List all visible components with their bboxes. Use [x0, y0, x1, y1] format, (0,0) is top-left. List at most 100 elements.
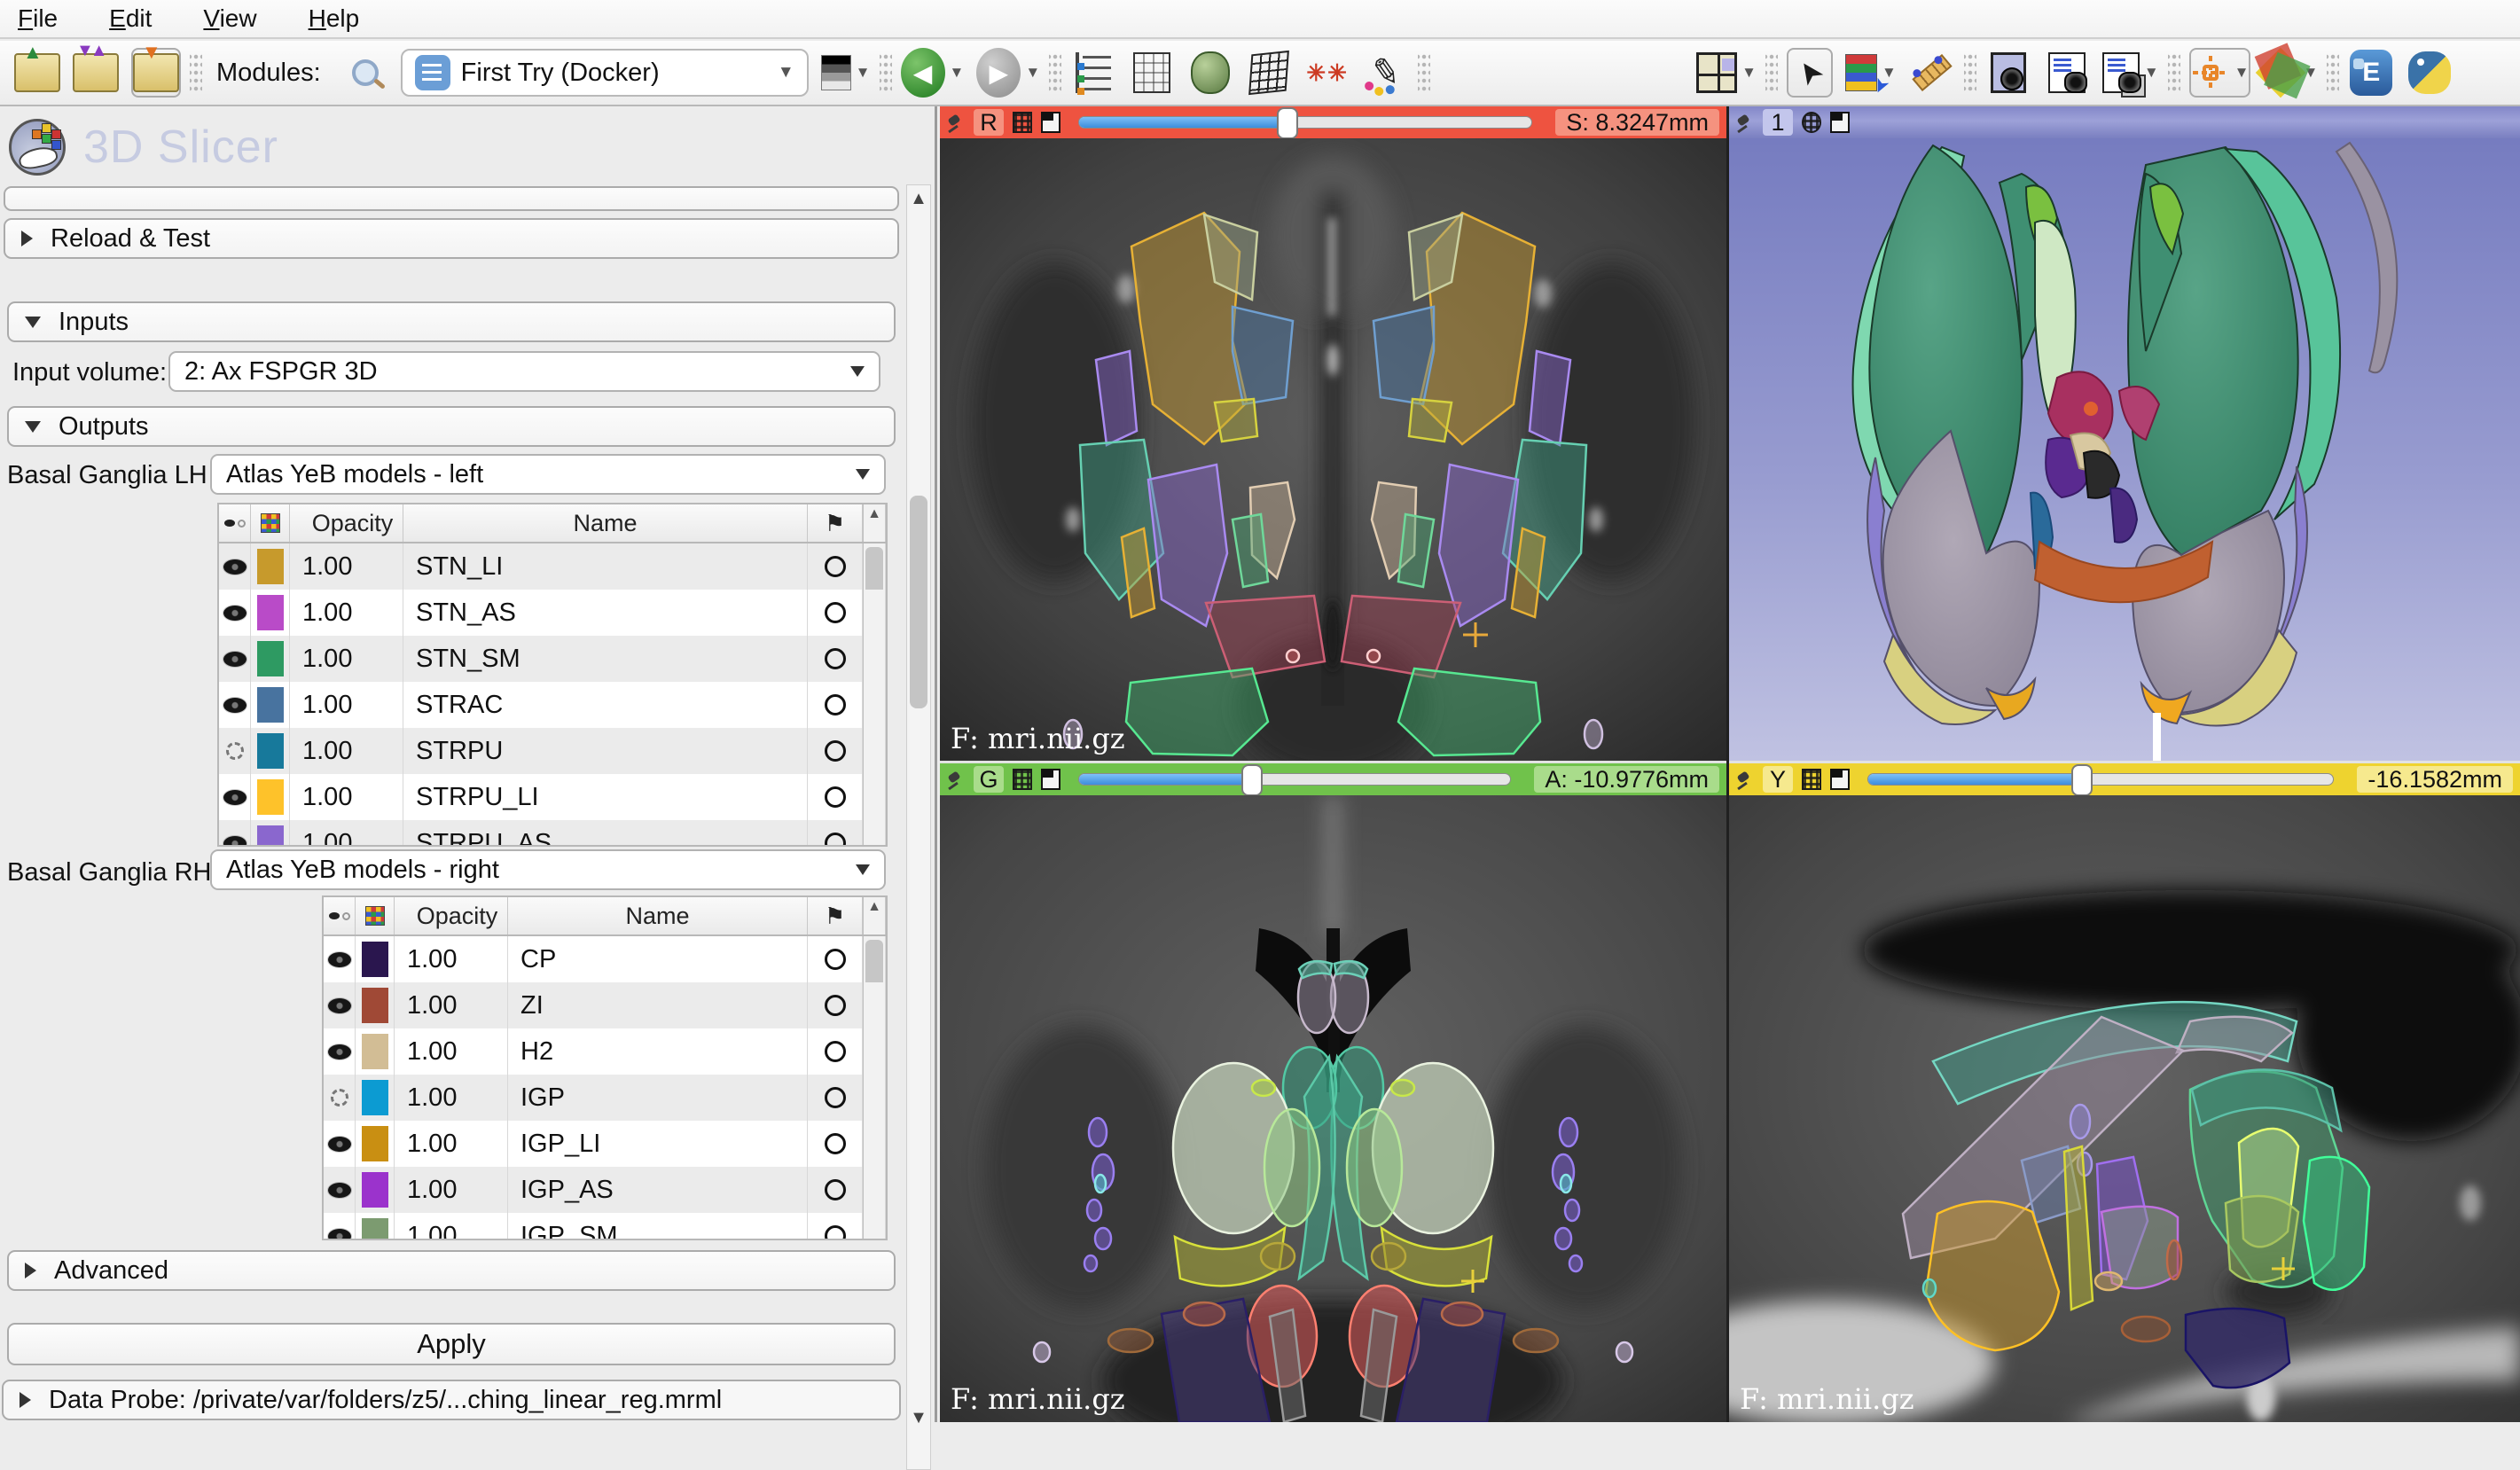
- name-cell[interactable]: STN_SM: [403, 636, 808, 682]
- table-scrollbar[interactable]: [863, 1075, 886, 1121]
- visibility-toggle[interactable]: [324, 982, 356, 1028]
- opacity-cell[interactable]: 1.00: [395, 1167, 508, 1213]
- toolbar-forward-button[interactable]: ▶▼: [976, 48, 1040, 98]
- color-cell[interactable]: [251, 636, 290, 682]
- name-cell[interactable]: IGP_SM: [508, 1213, 808, 1240]
- flag-cell[interactable]: [808, 936, 863, 982]
- flag-cell[interactable]: [808, 1121, 863, 1167]
- scroll-down-icon[interactable]: ▼: [864, 1239, 885, 1240]
- flag-radio[interactable]: [825, 602, 846, 623]
- toolbar-model-button[interactable]: [1187, 48, 1233, 98]
- reload-test-section[interactable]: Reload & Test: [4, 218, 899, 259]
- toolbar-hierarchy-button[interactable]: [1070, 48, 1116, 98]
- visibility-toggle[interactable]: [324, 1167, 356, 1213]
- opacity-column-header[interactable]: Opacity: [290, 504, 403, 542]
- slice-menu-icon[interactable]: [1830, 769, 1850, 790]
- toolbar-cursor-button[interactable]: ➤: [1787, 48, 1833, 98]
- table-scrollbar[interactable]: [863, 682, 886, 728]
- flag-cell[interactable]: [808, 682, 863, 728]
- yellow-slice-viewport[interactable]: F: mri.nii.gz: [1729, 795, 2520, 1422]
- flag-cell[interactable]: [808, 636, 863, 682]
- name-cell[interactable]: STRPU: [403, 728, 808, 774]
- name-cell[interactable]: ZI: [508, 982, 808, 1028]
- visibility-toggle[interactable]: [324, 1028, 356, 1075]
- color-cell[interactable]: [251, 590, 290, 636]
- scroll-up-icon[interactable]: ▲: [864, 899, 885, 915]
- visibility-column-header[interactable]: [219, 504, 251, 542]
- flag-column-header[interactable]: ⚑: [808, 897, 863, 934]
- slice-menu-icon[interactable]: [1041, 769, 1060, 790]
- slice-link-icon[interactable]: [1013, 769, 1032, 790]
- flag-cell[interactable]: [808, 543, 863, 590]
- slice-link-icon[interactable]: [1013, 112, 1032, 133]
- opacity-cell[interactable]: 1.00: [395, 936, 508, 982]
- table-row[interactable]: 1.00STRPU: [219, 728, 886, 774]
- flag-radio[interactable]: [825, 1133, 846, 1154]
- scroll-up-icon[interactable]: ▲: [864, 506, 885, 522]
- color-cell[interactable]: [356, 1167, 395, 1213]
- flag-cell[interactable]: [808, 728, 863, 774]
- visibility-toggle[interactable]: [219, 820, 251, 847]
- table-row[interactable]: 1.00STRPU_AS▼: [219, 820, 886, 847]
- name-column-header[interactable]: Name: [508, 897, 808, 934]
- panel-scrollbar[interactable]: ▲ ▼: [906, 184, 931, 1470]
- flag-cell[interactable]: [808, 982, 863, 1028]
- table-scrollbar[interactable]: ▼: [863, 820, 886, 847]
- menu-edit[interactable]: Edit: [104, 4, 157, 33]
- slider-handle[interactable]: [2071, 764, 2093, 796]
- color-cell[interactable]: [356, 982, 395, 1028]
- table-scrollbar[interactable]: ▲: [863, 897, 886, 934]
- table-row[interactable]: 1.00STN_LI: [219, 543, 886, 590]
- toolbar-dcm-button[interactable]: [73, 48, 119, 98]
- table-scrollbar[interactable]: [863, 1121, 886, 1167]
- name-cell[interactable]: STRPU_AS: [403, 820, 808, 847]
- basal-ganglia-lh-combobox[interactable]: Atlas YeB models - left: [210, 454, 886, 495]
- table-scrollbar[interactable]: [863, 936, 886, 982]
- table-row[interactable]: 1.00IGP: [324, 1075, 886, 1121]
- name-cell[interactable]: STRPU_LI: [403, 774, 808, 820]
- opacity-cell[interactable]: 1.00: [290, 682, 403, 728]
- toolbar-winlevel-button[interactable]: ▼: [821, 48, 871, 98]
- color-cell[interactable]: [356, 936, 395, 982]
- slice-menu-icon[interactable]: [1041, 112, 1060, 133]
- color-cell[interactable]: [251, 682, 290, 728]
- inputs-section[interactable]: Inputs: [7, 301, 896, 342]
- center-view-icon[interactable]: [1802, 112, 1821, 133]
- color-cell[interactable]: [251, 728, 290, 774]
- color-cell[interactable]: [251, 820, 290, 847]
- color-cell[interactable]: [356, 1075, 395, 1121]
- flag-cell[interactable]: [808, 1213, 863, 1240]
- toolbar-data-button[interactable]: [14, 48, 60, 98]
- flag-radio[interactable]: [825, 648, 846, 669]
- flag-radio[interactable]: [825, 786, 846, 808]
- red-slice-slider[interactable]: [1078, 116, 1532, 129]
- table-row[interactable]: 1.00STRAC: [219, 682, 886, 728]
- toolbar-sceneview-button[interactable]: ▼: [2102, 48, 2159, 98]
- flag-radio[interactable]: [825, 1179, 846, 1200]
- color-column-header[interactable]: [251, 504, 290, 542]
- visibility-toggle[interactable]: [219, 636, 251, 682]
- advanced-section[interactable]: Advanced: [7, 1250, 896, 1291]
- name-cell[interactable]: STRAC: [403, 682, 808, 728]
- view-menu-icon[interactable]: [1830, 112, 1850, 133]
- table-row[interactable]: 1.00ZI: [324, 982, 886, 1028]
- flag-radio[interactable]: [825, 740, 846, 762]
- toolbar-transform-button[interactable]: [1246, 48, 1292, 98]
- visibility-column-header[interactable]: [324, 897, 356, 934]
- opacity-cell[interactable]: 1.00: [290, 590, 403, 636]
- visibility-toggle[interactable]: [219, 728, 251, 774]
- table-scrollbar[interactable]: [863, 728, 886, 774]
- name-cell[interactable]: STN_LI: [403, 543, 808, 590]
- opacity-cell[interactable]: 1.00: [395, 1075, 508, 1121]
- flag-radio[interactable]: [825, 949, 846, 970]
- toolbar-magnify-button[interactable]: [342, 48, 388, 98]
- visibility-toggle[interactable]: [219, 774, 251, 820]
- table-row[interactable]: 1.00STRPU_LI: [219, 774, 886, 820]
- flag-cell[interactable]: [808, 1028, 863, 1075]
- flag-radio[interactable]: [825, 1225, 846, 1240]
- green-slice-slider[interactable]: [1078, 773, 1511, 786]
- opacity-cell[interactable]: 1.00: [395, 1121, 508, 1167]
- opacity-cell[interactable]: 1.00: [290, 636, 403, 682]
- visibility-toggle[interactable]: [324, 1213, 356, 1240]
- opacity-column-header[interactable]: Opacity: [395, 897, 508, 934]
